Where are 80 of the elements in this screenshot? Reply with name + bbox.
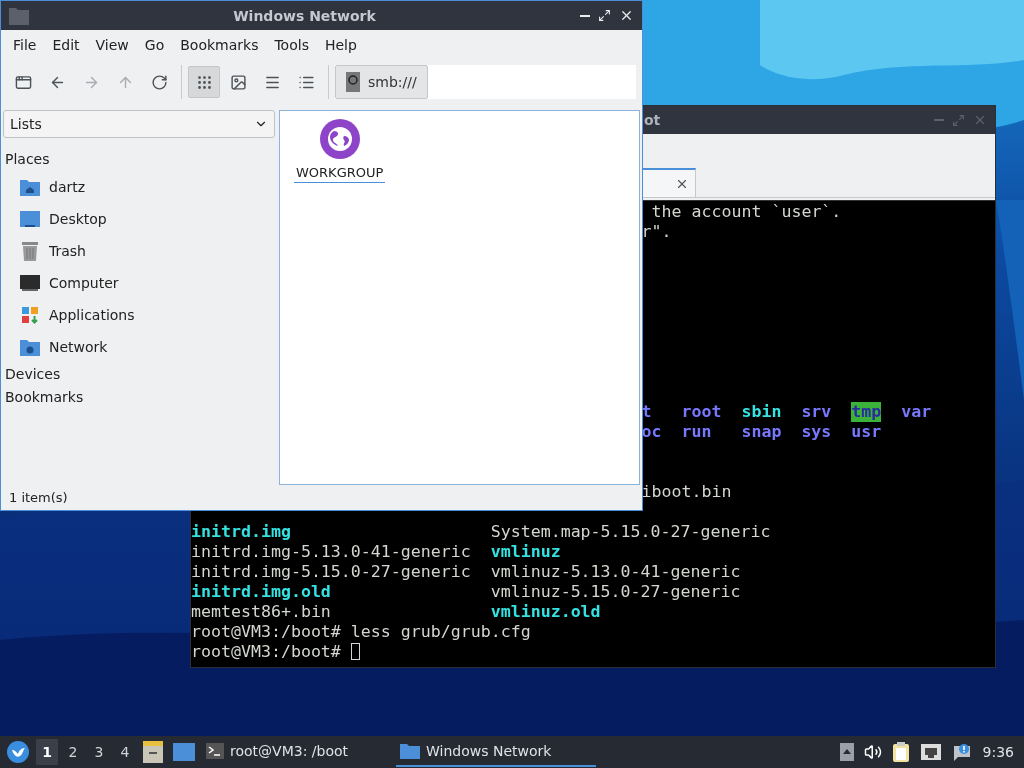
menu-item[interactable]: View: [87, 33, 137, 57]
menu-item[interactable]: Edit: [44, 33, 88, 57]
maximize-icon: [598, 9, 611, 22]
file-name: vmlinuz-5.13.0-41-generic: [490, 562, 741, 582]
directory-name: sys: [801, 422, 832, 442]
terminal-tab[interactable]: [641, 168, 696, 197]
close-icon: [619, 8, 634, 23]
directory-name: snap: [741, 422, 782, 442]
computer-icon: [19, 272, 41, 294]
directory-name: srv: [801, 402, 832, 422]
window-icon: [14, 73, 32, 91]
file-name: initrd.img-5.15.0-27-generic: [191, 562, 471, 582]
directory-name: t: [641, 402, 652, 422]
folder-icon: [9, 6, 29, 25]
sidebar-item[interactable]: Trash: [3, 235, 275, 267]
location-button[interactable]: smb:///: [335, 65, 428, 99]
file-name: initrd.img.old: [191, 582, 331, 602]
workspace-button[interactable]: 2: [62, 739, 84, 765]
directory-name: usr: [851, 422, 882, 442]
directory-name: root: [681, 402, 722, 422]
sidebar-item[interactable]: dartz: [3, 171, 275, 203]
workgroup-item[interactable]: WORKGROUP: [294, 119, 386, 183]
file-name: initrd.img-5.13.0-41-generic: [191, 542, 471, 562]
workspace-button[interactable]: 3: [88, 739, 110, 765]
clock: 9:36: [981, 744, 1015, 760]
minimize-button[interactable]: [580, 14, 590, 17]
minimize-icon: [934, 119, 944, 121]
sidebar-item[interactable]: Computer: [3, 267, 275, 299]
image-icon: [229, 73, 247, 91]
sidebar-section-header: Places: [4, 150, 51, 169]
terminal-output-line: the account `user`.: [650, 202, 842, 222]
task-button[interactable]: Windows Network: [396, 737, 596, 767]
workspace-button[interactable]: 4: [114, 739, 136, 765]
folder-icon: [400, 743, 420, 759]
minimize-icon: [580, 14, 590, 17]
desktop-icon: [19, 208, 41, 230]
close-icon: [973, 113, 987, 127]
sidebar-item[interactable]: Applications: [3, 299, 275, 331]
grid-icon: [195, 73, 213, 91]
task-button[interactable]: root@VM3: /boot: [202, 737, 392, 767]
terminal-icon: [206, 743, 224, 759]
file-name: memtest86+.bin: [191, 602, 331, 622]
menu-item[interactable]: Help: [316, 33, 365, 57]
applications-icon: [19, 304, 41, 326]
menu-item[interactable]: Tools: [266, 33, 317, 57]
close-button[interactable]: [619, 8, 634, 23]
network-globe-icon: [319, 119, 360, 159]
file-name: vmlinuz-5.15.0-27-generic: [490, 582, 741, 602]
menu-item[interactable]: Go: [136, 33, 173, 57]
sidebar-item[interactable]: Desktop: [3, 203, 275, 235]
directory-name: run: [681, 422, 712, 442]
sidebar-section-header: Devices: [4, 365, 62, 384]
menu-item[interactable]: Bookmarks: [172, 33, 267, 57]
terminal-output-line: r".: [641, 222, 672, 242]
directory-name: tmp: [851, 402, 882, 422]
speaker-icon: [863, 743, 882, 761]
drive-icon: [346, 72, 360, 92]
file-name: initrd.img: [191, 522, 291, 542]
terminal-command-line: root@VM3:/boot#: [191, 642, 341, 662]
menu-item[interactable]: File: [5, 33, 45, 57]
directory-name: var: [901, 402, 932, 422]
trash-icon: [19, 240, 41, 262]
file-name: System.map-5.15.0-27-generic: [490, 522, 771, 542]
view-mode-button[interactable]: [188, 66, 220, 98]
file-name: vmlinuz.old: [490, 602, 601, 622]
sidebar-section-header: Bookmarks: [4, 388, 85, 407]
reload-icon: [150, 73, 168, 91]
maximize-icon: [952, 113, 965, 127]
sidebar-item[interactable]: Network: [3, 331, 275, 363]
directory-name: oc: [641, 422, 662, 442]
workspace-button[interactable]: 1: [36, 739, 58, 765]
window-title: ot: [644, 112, 662, 128]
file-name: vmlinuz: [490, 542, 561, 562]
status-text: 1 item(s): [9, 490, 68, 505]
directory-name: sbin: [741, 402, 782, 422]
maximize-button[interactable]: [598, 9, 611, 22]
side-pane-dropdown[interactable]: Lists: [3, 110, 275, 138]
window-title: Windows Network: [232, 7, 377, 24]
terminal-output-line: iboot.bin: [641, 482, 732, 502]
terminal-command-line: root@VM3:/boot# less grub/grub.cfg: [191, 622, 531, 642]
